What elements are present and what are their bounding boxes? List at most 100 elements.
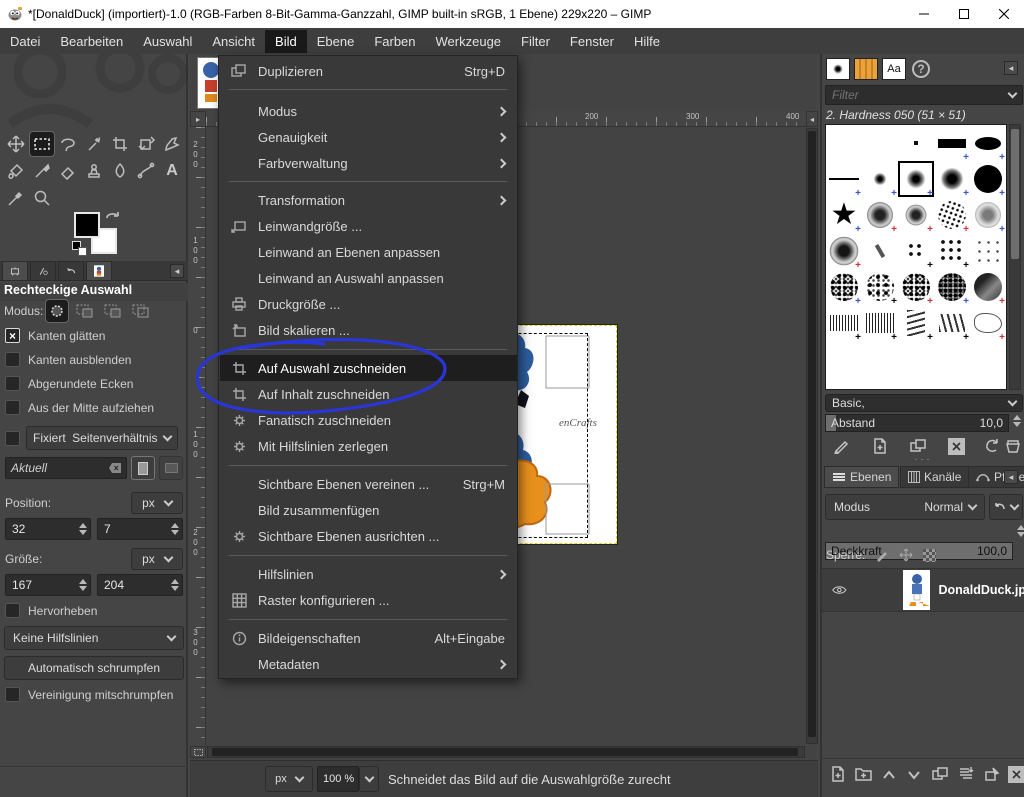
brush-thumbnail[interactable]: + bbox=[898, 269, 934, 305]
menu-item-auf-inhalt-zuschneiden[interactable]: Auf Inhalt zuschneiden bbox=[220, 381, 517, 407]
menu-item-fanatisch-zuschneiden[interactable]: Fanatisch zuschneiden bbox=[220, 407, 517, 433]
brush-thumbnail[interactable]: + bbox=[970, 305, 1006, 341]
brush-filter-field[interactable] bbox=[825, 85, 1023, 105]
menu-bearbeiten[interactable]: Bearbeiten bbox=[50, 30, 133, 53]
brush-grid-scrollbar[interactable] bbox=[1009, 124, 1021, 390]
open-brush-button[interactable] bbox=[1006, 438, 1020, 459]
select-mode-replace-button[interactable] bbox=[46, 300, 68, 322]
layers-dock-menu-button[interactable]: ◂ bbox=[1004, 470, 1018, 484]
brush-thumbnail[interactable]: + bbox=[970, 269, 1006, 305]
layer-mode-switch-button[interactable] bbox=[989, 494, 1023, 520]
brush-thumbnail[interactable] bbox=[898, 125, 934, 161]
new-layer-group-button[interactable] bbox=[855, 766, 872, 786]
size-height-spinner[interactable]: 204 bbox=[97, 574, 183, 596]
hervorheben-checkbox[interactable] bbox=[5, 603, 20, 618]
brush-thumbnail[interactable]: + bbox=[826, 305, 862, 341]
layer-name[interactable]: DonaldDuck.jp bbox=[938, 583, 1024, 597]
brush-thumbnail[interactable]: + bbox=[934, 197, 970, 233]
menu-datei[interactable]: Datei bbox=[0, 30, 50, 53]
select-mode-intersect-button[interactable] bbox=[132, 304, 150, 323]
landscape-orientation-button[interactable] bbox=[159, 456, 183, 480]
menu-item-farbverwaltung[interactable]: Farbverwaltung bbox=[220, 150, 517, 176]
rectangle-select-tool[interactable] bbox=[30, 132, 54, 156]
brush-filter-input[interactable] bbox=[832, 88, 992, 102]
paintbrush-tool[interactable] bbox=[30, 159, 54, 183]
fuzzy-select-tool[interactable] bbox=[82, 132, 106, 156]
brush-thumbnail[interactable]: + bbox=[970, 125, 1006, 161]
kanten-glaetten-checkbox[interactable]: × bbox=[5, 328, 20, 343]
dock-menu-arrow-icon[interactable]: ◂ bbox=[170, 264, 184, 278]
help-tab[interactable]: ? bbox=[910, 58, 932, 80]
menu-item-bild-zusammenfuegen[interactable]: Bild zusammenfügen bbox=[220, 497, 517, 523]
brush-thumbnail[interactable]: + bbox=[862, 161, 898, 197]
brush-thumbnail[interactable]: + bbox=[934, 269, 970, 305]
foreground-color-swatch[interactable] bbox=[74, 212, 100, 238]
handle-transform-tool[interactable] bbox=[160, 132, 184, 156]
select-mode-add-button[interactable] bbox=[76, 304, 94, 323]
horizontal-scrollbar[interactable] bbox=[207, 746, 805, 758]
spinner-arrows-icon[interactable] bbox=[76, 523, 90, 535]
spinner-arrows-icon[interactable] bbox=[168, 579, 182, 591]
position-y-spinner[interactable]: 7 bbox=[97, 518, 183, 540]
lock-position-icon[interactable] bbox=[899, 548, 913, 562]
spinner-arrows-icon[interactable] bbox=[168, 523, 182, 535]
abgerundete-ecken-checkbox[interactable] bbox=[5, 376, 20, 391]
brush-grid[interactable]: + + + + + + + ★+ + + + + + + + + + + + +… bbox=[825, 124, 1007, 390]
eraser-tool[interactable] bbox=[56, 159, 80, 183]
brush-thumbnail[interactable]: + bbox=[970, 197, 1006, 233]
statusbar-zoom-dropdown[interactable] bbox=[359, 766, 379, 792]
brush-thumbnail[interactable]: + bbox=[934, 305, 970, 341]
statusbar-unit-dropdown[interactable]: px bbox=[265, 766, 313, 792]
position-x-spinner[interactable]: 32 bbox=[5, 518, 91, 540]
menu-item-bildeigenschaften[interactable]: Bildeigenschaften Alt+Eingabe bbox=[220, 625, 517, 651]
fixiert-dropdown[interactable]: Fixiert Seitenverhältnis bbox=[26, 426, 178, 450]
menu-auswahl[interactable]: Auswahl bbox=[133, 30, 202, 53]
clear-icon[interactable] bbox=[109, 463, 121, 473]
brush-thumbnail[interactable] bbox=[970, 233, 1006, 269]
vertical-scrollbar[interactable] bbox=[806, 128, 818, 744]
menu-item-bild-skalieren[interactable]: Bild skalieren ... bbox=[220, 317, 517, 343]
ruler-corner-button[interactable]: ▸ bbox=[190, 111, 206, 127]
brush-group-dropdown[interactable]: Basic, bbox=[825, 394, 1023, 412]
brush-thumbnail[interactable]: + bbox=[934, 161, 970, 197]
menu-item-transformation[interactable]: Transformation bbox=[220, 187, 517, 213]
menu-item-modus[interactable]: Modus bbox=[220, 98, 517, 124]
swap-colors-icon[interactable] bbox=[104, 210, 122, 226]
abstand-slider[interactable]: Abstand 10,0 bbox=[825, 414, 1009, 432]
brushes-tab[interactable] bbox=[826, 58, 850, 80]
menu-item-sichtbare-ebenen-ausrichten[interactable]: Sichtbare Ebenen ausrichten ... bbox=[220, 523, 517, 549]
vereinigung-checkbox[interactable] bbox=[5, 687, 20, 702]
auto-shrink-button[interactable]: Automatisch schrumpfen bbox=[4, 656, 184, 680]
close-button[interactable] bbox=[984, 0, 1024, 28]
refresh-brushes-button[interactable] bbox=[984, 438, 1000, 459]
lower-layer-button[interactable] bbox=[907, 768, 921, 786]
paths-tool[interactable] bbox=[134, 159, 158, 183]
crop-tool[interactable] bbox=[108, 132, 132, 156]
brush-thumbnail[interactable]: + bbox=[934, 233, 970, 269]
layer-thumbnail[interactable] bbox=[903, 570, 931, 610]
delete-layer-button[interactable] bbox=[1008, 766, 1024, 783]
brush-thumbnail[interactable] bbox=[826, 125, 862, 161]
merge-layer-button[interactable] bbox=[958, 766, 974, 787]
lock-alpha-icon[interactable] bbox=[923, 549, 936, 562]
spinner-arrows-icon[interactable] bbox=[76, 579, 90, 591]
move-tool[interactable] bbox=[4, 132, 28, 156]
brush-thumbnail[interactable] bbox=[862, 125, 898, 161]
new-brush-button[interactable] bbox=[872, 438, 888, 459]
menu-fenster[interactable]: Fenster bbox=[560, 30, 624, 53]
free-select-tool[interactable] bbox=[56, 132, 80, 156]
brush-thumbnail[interactable]: + bbox=[826, 269, 862, 305]
size-width-spinner[interactable]: 167 bbox=[5, 574, 91, 596]
select-mode-subtract-button[interactable] bbox=[104, 304, 122, 323]
unified-transform-tool[interactable] bbox=[134, 132, 158, 156]
portrait-orientation-button[interactable] bbox=[131, 456, 155, 480]
zoom-tool[interactable] bbox=[30, 186, 54, 210]
menu-filter[interactable]: Filter bbox=[511, 30, 560, 53]
position-unit-dropdown[interactable]: px bbox=[131, 492, 183, 514]
menu-item-leinwand-auswahl[interactable]: Leinwand an Auswahl anpassen bbox=[220, 265, 517, 291]
brush-thumbnail[interactable]: + bbox=[862, 305, 898, 341]
tab-device-status[interactable] bbox=[30, 261, 56, 281]
tab-undo-history[interactable] bbox=[58, 261, 84, 281]
fixiert-checkbox[interactable] bbox=[5, 431, 20, 446]
menu-ansicht[interactable]: Ansicht bbox=[202, 30, 265, 53]
